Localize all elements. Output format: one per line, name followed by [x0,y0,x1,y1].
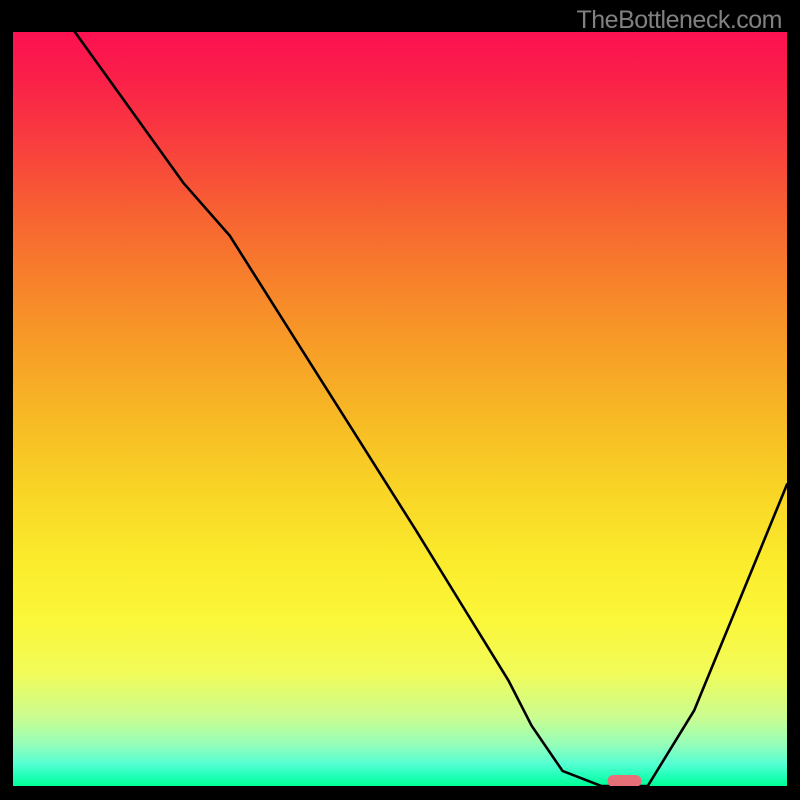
curve-svg [13,32,787,786]
optimum-marker [608,775,642,786]
bottleneck-curve [75,32,787,786]
chart-frame: TheBottleneck.com [0,0,800,800]
watermark-text: TheBottleneck.com [577,6,783,35]
plot-area [13,32,787,786]
